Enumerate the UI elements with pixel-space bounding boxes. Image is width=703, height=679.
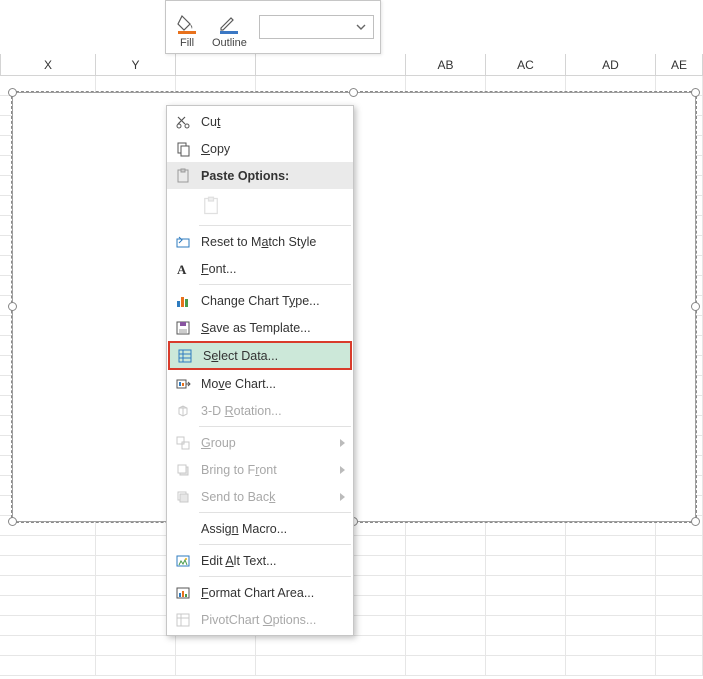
bring-front-icon	[173, 460, 193, 480]
menu-label: Send to Back	[201, 490, 336, 504]
col-header[interactable]	[176, 54, 256, 76]
paste-icon	[201, 196, 221, 216]
menu-3d-rotation: 3-D Rotation...	[167, 397, 353, 424]
menu-cut[interactable]: Cut	[167, 108, 353, 135]
reset-style-icon	[173, 232, 193, 252]
menu-paste-default	[167, 189, 353, 223]
menu-label: Group	[201, 436, 336, 450]
menu-label: Move Chart...	[201, 377, 345, 391]
chart-object[interactable]	[12, 92, 696, 522]
resize-handle-bottom-right[interactable]	[691, 517, 700, 526]
col-header[interactable]	[256, 54, 406, 76]
menu-save-template[interactable]: Save as Template...	[167, 314, 353, 341]
select-data-icon	[175, 346, 195, 366]
menu-change-chart-type[interactable]: Change Chart Type...	[167, 287, 353, 314]
menu-copy[interactable]: Copy	[167, 135, 353, 162]
font-icon: A	[173, 259, 193, 279]
paint-bucket-icon	[176, 13, 198, 35]
menu-label: Paste Options:	[201, 169, 345, 183]
menu-label: Reset to Match Style	[201, 235, 345, 249]
pen-icon	[218, 13, 240, 35]
menu-move-chart[interactable]: Move Chart...	[167, 370, 353, 397]
pivot-options-icon	[173, 610, 193, 630]
macro-icon	[173, 519, 193, 539]
svg-text:A: A	[177, 262, 187, 277]
menu-separator	[199, 512, 351, 513]
menu-separator	[199, 284, 351, 285]
resize-handle-top-right[interactable]	[691, 88, 700, 97]
style-dropdown[interactable]	[259, 15, 374, 39]
resize-handle-top-left[interactable]	[8, 88, 17, 97]
menu-label: Save as Template...	[201, 321, 345, 335]
resize-handle-mid-left[interactable]	[8, 302, 17, 311]
menu-format-chart-area[interactable]: Format Chart Area...	[167, 579, 353, 606]
menu-label: Cut	[201, 115, 345, 129]
fill-button[interactable]: Fill	[172, 5, 202, 49]
menu-paste-options[interactable]: Paste Options:	[167, 162, 353, 189]
chart-type-icon	[173, 291, 193, 311]
menu-select-data[interactable]: Select Data...	[169, 342, 351, 369]
col-header[interactable]: X	[0, 54, 96, 76]
format-area-icon	[173, 583, 193, 603]
outline-button[interactable]: Outline	[208, 5, 251, 49]
submenu-arrow-icon	[340, 466, 345, 474]
menu-reset-style[interactable]: Reset to Match Style	[167, 228, 353, 255]
menu-label: Assign Macro...	[201, 522, 345, 536]
resize-handle-top-mid[interactable]	[349, 88, 358, 97]
col-header[interactable]: AE	[656, 54, 703, 76]
submenu-arrow-icon	[340, 493, 345, 501]
menu-edit-alt-text[interactable]: Edit Alt Text...	[167, 547, 353, 574]
submenu-arrow-icon	[340, 439, 345, 447]
alt-text-icon	[173, 551, 193, 571]
menu-separator	[199, 225, 351, 226]
menu-separator	[199, 426, 351, 427]
chevron-down-icon	[355, 21, 367, 33]
move-chart-icon	[173, 374, 193, 394]
copy-icon	[173, 139, 193, 159]
mini-toolbar: Fill Outline	[165, 0, 381, 54]
clipboard-icon	[173, 166, 193, 186]
col-header[interactable]: AB	[406, 54, 486, 76]
chart-selection-border	[11, 91, 697, 523]
menu-assign-macro[interactable]: Assign Macro...	[167, 515, 353, 542]
fill-label: Fill	[180, 37, 194, 49]
resize-handle-mid-right[interactable]	[691, 302, 700, 311]
col-header[interactable]: AC	[486, 54, 566, 76]
menu-label: Select Data...	[203, 349, 343, 363]
group-icon	[173, 433, 193, 453]
resize-handle-bottom-left[interactable]	[8, 517, 17, 526]
menu-pivotchart-options: PivotChart Options...	[167, 606, 353, 633]
chart-context-menu: Cut Copy Paste Options: Reset to Match S…	[166, 105, 354, 636]
menu-separator	[199, 544, 351, 545]
menu-label: Format Chart Area...	[201, 586, 345, 600]
menu-label: Edit Alt Text...	[201, 554, 345, 568]
scissors-icon	[173, 112, 193, 132]
menu-label: 3-D Rotation...	[201, 404, 345, 418]
menu-send-to-back: Send to Back	[167, 483, 353, 510]
menu-label: PivotChart Options...	[201, 613, 345, 627]
column-header-row: X Y AB AC AD AE	[0, 54, 703, 76]
menu-label: Copy	[201, 142, 345, 156]
save-template-icon	[173, 318, 193, 338]
send-back-icon	[173, 487, 193, 507]
outline-label: Outline	[212, 37, 247, 49]
menu-bring-to-front: Bring to Front	[167, 456, 353, 483]
col-header[interactable]: Y	[96, 54, 176, 76]
menu-font[interactable]: A Font...	[167, 255, 353, 282]
cube-icon	[173, 401, 193, 421]
menu-separator	[199, 576, 351, 577]
menu-label: Change Chart Type...	[201, 294, 345, 308]
menu-label: Font...	[201, 262, 345, 276]
col-header[interactable]: AD	[566, 54, 656, 76]
menu-label: Bring to Front	[201, 463, 336, 477]
menu-group: Group	[167, 429, 353, 456]
